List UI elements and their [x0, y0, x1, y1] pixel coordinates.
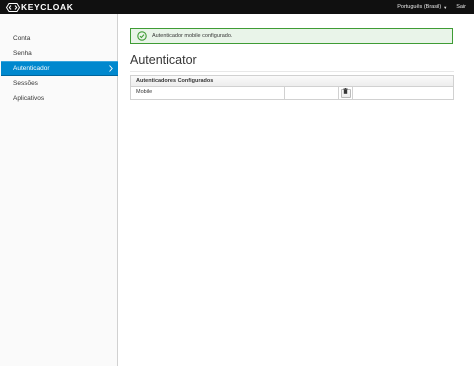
- sidebar-item-aplicativos[interactable]: Aplicativos: [1, 91, 118, 106]
- table-header: Autenticadores Configurados: [131, 76, 453, 87]
- chevron-right-icon: [109, 62, 113, 77]
- sidebar-nav: Conta Senha Autenticador Sessões Aplicat…: [1, 31, 118, 106]
- trash-icon: [343, 88, 348, 98]
- sidebar-item-senha[interactable]: Senha: [1, 46, 118, 61]
- brand-name: KEYCLOAK: [21, 2, 74, 12]
- top-navbar: KEYCLOAK Português (Brasil) ▼ Sair: [0, 0, 474, 14]
- table-cell-label: [285, 87, 339, 99]
- sidebar-item-conta[interactable]: Conta: [1, 31, 118, 46]
- signout-link[interactable]: Sair: [456, 4, 466, 10]
- delete-button[interactable]: [340, 88, 351, 98]
- table-cell-action: [339, 87, 353, 99]
- table-cell-type: Mobile: [131, 87, 285, 99]
- sidebar-item-label: Senha: [13, 50, 32, 57]
- caret-down-icon: ▼: [443, 4, 448, 10]
- language-label: Português (Brasil): [397, 4, 442, 10]
- sidebar-item-label: Conta: [13, 35, 31, 42]
- title-divider: [130, 71, 454, 72]
- check-circle-icon: [137, 31, 147, 41]
- brand-logo[interactable]: KEYCLOAK: [6, 2, 74, 12]
- keycloak-logo-icon: [6, 2, 20, 12]
- table-row: Mobile: [131, 87, 453, 99]
- language-dropdown[interactable]: Português (Brasil) ▼: [397, 4, 447, 10]
- navbar-utilities: Português (Brasil) ▼ Sair: [397, 0, 466, 14]
- sidebar-item-sessoes[interactable]: Sessões: [1, 76, 118, 91]
- page-title: Autenticator: [130, 53, 197, 67]
- success-alert: Autenticador mobile configurado.: [130, 28, 453, 44]
- alert-message: Autenticador mobile configurado.: [152, 33, 233, 39]
- sidebar-item-autenticador[interactable]: Autenticador: [1, 61, 118, 76]
- sidebar-item-label: Sessões: [13, 80, 38, 87]
- authenticators-table: Autenticadores Configurados Mobile: [130, 75, 454, 100]
- table-cell-empty: [353, 87, 453, 99]
- sidebar-item-label: Autenticador: [13, 65, 50, 72]
- sidebar-item-label: Aplicativos: [13, 95, 45, 102]
- sidebar: Conta Senha Autenticador Sessões Aplicat…: [0, 14, 118, 366]
